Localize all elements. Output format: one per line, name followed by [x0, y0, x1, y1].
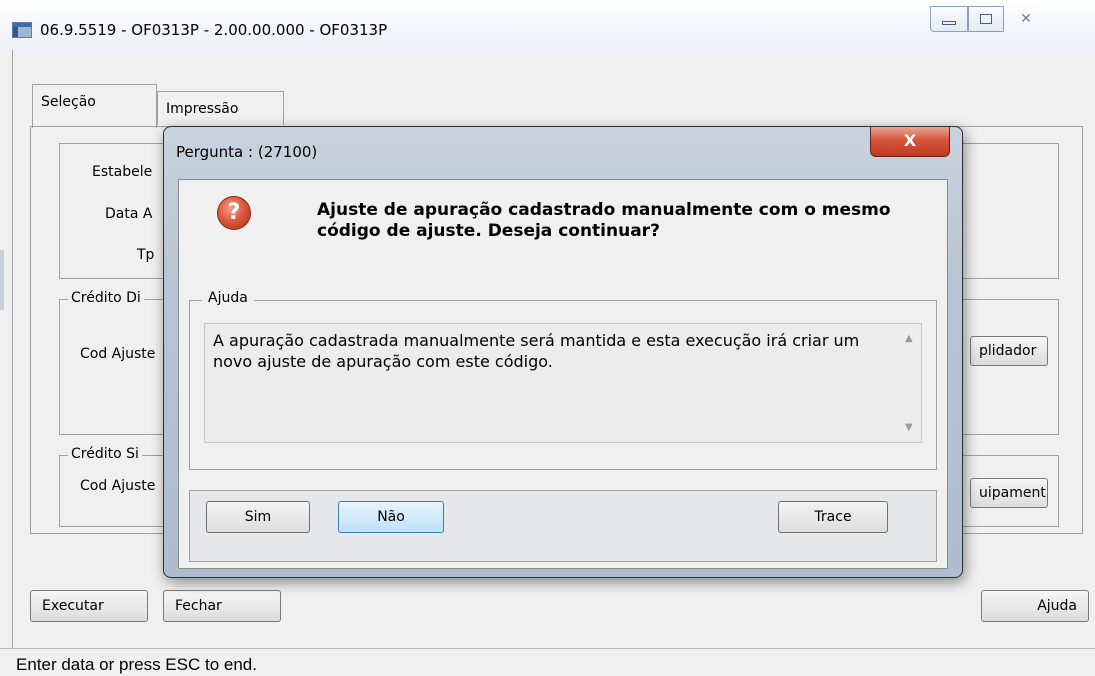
label-cod-ajuste-di: Cod Ajuste [80, 346, 156, 362]
label-data: Data A [105, 206, 153, 222]
fechar-button[interactable]: Fechar [163, 590, 281, 622]
legend-credito-di: Crédito Di [68, 290, 144, 306]
dialog-content: ? Ajuste de apuração cadastrado manualme… [178, 179, 948, 569]
minimize-icon [942, 21, 956, 25]
question-dialog: Pergunta : (27100) X ? Ajuste de apuraçã… [163, 126, 963, 578]
window-title: 06.9.5519 - OF0313P - 2.00.00.000 - OF03… [40, 21, 388, 39]
close-icon: X [903, 131, 917, 150]
window-controls: ✕ [930, 0, 1095, 44]
question-icon: ? [217, 196, 251, 230]
help-scrollbar[interactable]: ▲ ▼ [901, 324, 921, 442]
legend-credito-si: Crédito Si [68, 446, 142, 462]
minimize-button[interactable] [930, 6, 968, 32]
app-window-icon [12, 22, 32, 38]
help-legend: Ajuda [202, 290, 254, 306]
close-icon: ✕ [1020, 11, 1032, 27]
dialog-close-button[interactable]: X [870, 127, 950, 157]
status-bar: Enter data or press ESC to end. [0, 648, 1095, 676]
maximize-button[interactable] [968, 6, 1004, 32]
window-titlebar: 06.9.5519 - OF0313P - 2.00.00.000 - OF03… [0, 0, 1095, 50]
left-edge-strip [0, 250, 4, 310]
help-text: A apuração cadastrada manualmente será m… [213, 331, 860, 371]
help-textarea[interactable]: A apuração cadastrada manualmente será m… [204, 323, 922, 443]
scroll-down-icon[interactable]: ▼ [905, 417, 913, 438]
help-group: Ajuda A apuração cadastrada manualmente … [189, 290, 937, 470]
maximize-icon [980, 14, 992, 24]
equipamento-button[interactable]: uipamenti [970, 478, 1048, 508]
executar-button[interactable]: Executar [30, 590, 148, 622]
consolidador-button[interactable]: plidador [970, 336, 1048, 366]
scroll-up-icon[interactable]: ▲ [905, 328, 913, 349]
tab-impressao[interactable]: Impressão [157, 91, 284, 125]
sim-button[interactable]: Sim [206, 501, 310, 533]
tab-selecao[interactable]: Seleção [32, 84, 157, 128]
close-window-button[interactable]: ✕ [1004, 6, 1048, 32]
nao-button[interactable]: Não [338, 501, 444, 533]
trace-button[interactable]: Trace [778, 501, 888, 533]
dialog-title: Pergunta : (27100) [176, 143, 318, 161]
dialog-button-bar: Sim Não Trace [189, 490, 937, 562]
label-tp: Tp [137, 247, 155, 263]
dialog-question: Ajuste de apuração cadastrado manualment… [317, 200, 891, 241]
tab-impressao-label: Impressão [166, 101, 239, 117]
label-cod-ajuste-si: Cod Ajuste [80, 478, 156, 494]
ajuda-button[interactable]: Ajuda [981, 590, 1089, 622]
tab-selecao-label: Seleção [41, 94, 96, 110]
label-estabelecimento: Estabele [92, 164, 153, 180]
status-text: Enter data or press ESC to end. [16, 655, 257, 674]
